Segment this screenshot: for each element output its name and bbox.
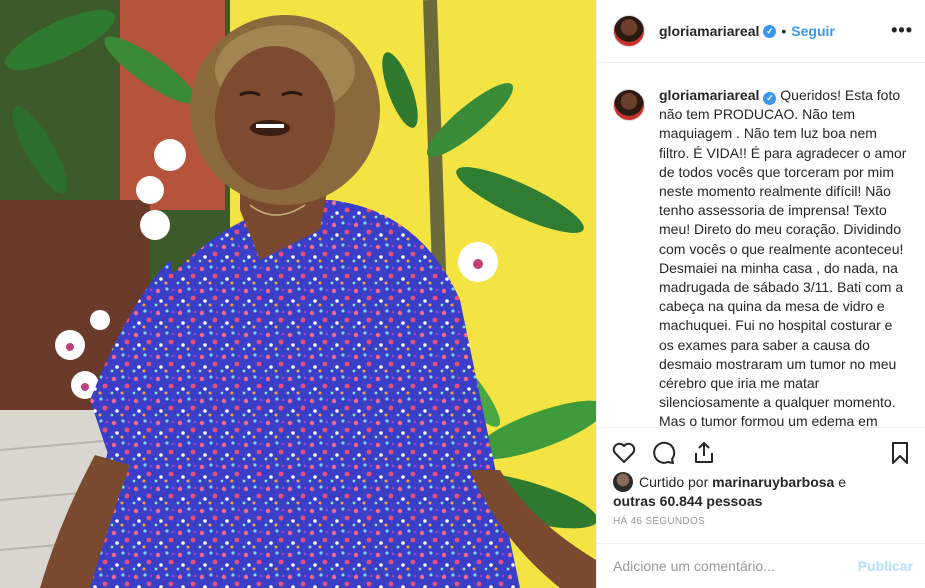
bookmark-icon[interactable]	[887, 440, 913, 466]
verified-badge-icon: ✓	[763, 24, 777, 38]
heart-icon[interactable]	[611, 440, 637, 466]
more-options-icon[interactable]: •••	[891, 20, 913, 41]
caption-username[interactable]: gloriamariareal	[659, 87, 759, 103]
action-bar	[597, 427, 925, 477]
author-avatar[interactable]	[613, 15, 645, 47]
liker-avatar[interactable]	[613, 472, 633, 492]
share-icon[interactable]	[691, 440, 717, 466]
publish-button[interactable]: Publicar	[858, 558, 913, 574]
post-side-panel: gloriamariareal ✓ • Seguir ••• gloriamar…	[596, 0, 925, 588]
post-photo[interactable]	[0, 0, 596, 588]
caption-body: gloriamariareal ✓ Queridos! Esta foto não…	[659, 86, 913, 426]
separator-dot: •	[781, 23, 787, 39]
follow-button[interactable]: Seguir	[791, 23, 835, 39]
likes-conj: e	[838, 474, 847, 490]
caption-area[interactable]: gloriamariareal ✓ Queridos! Esta foto não…	[597, 86, 925, 426]
post-timestamp[interactable]: HÁ 46 SEGUNDOS	[613, 516, 705, 527]
likes-others-link[interactable]: outras 60.844 pessoas	[613, 493, 762, 509]
caption-text: Queridos! Esta foto não tem PRODUCAO. Nã…	[659, 87, 907, 426]
comment-icon[interactable]	[651, 440, 677, 466]
likes-summary: Curtido por marinaruybarbosa e outras 60…	[613, 472, 913, 511]
author-username[interactable]: gloriamariareal	[659, 23, 759, 39]
liker-username[interactable]: marinaruybarbosa	[712, 474, 834, 490]
likes-prefix: Curtido por	[639, 474, 709, 490]
comment-input[interactable]	[613, 558, 858, 574]
comment-bar: Publicar	[597, 543, 925, 588]
post-header: gloriamariareal ✓ • Seguir •••	[597, 0, 925, 63]
photo-illustration	[0, 0, 596, 588]
caption-avatar[interactable]	[613, 89, 645, 121]
verified-badge-icon: ✓	[763, 92, 777, 105]
